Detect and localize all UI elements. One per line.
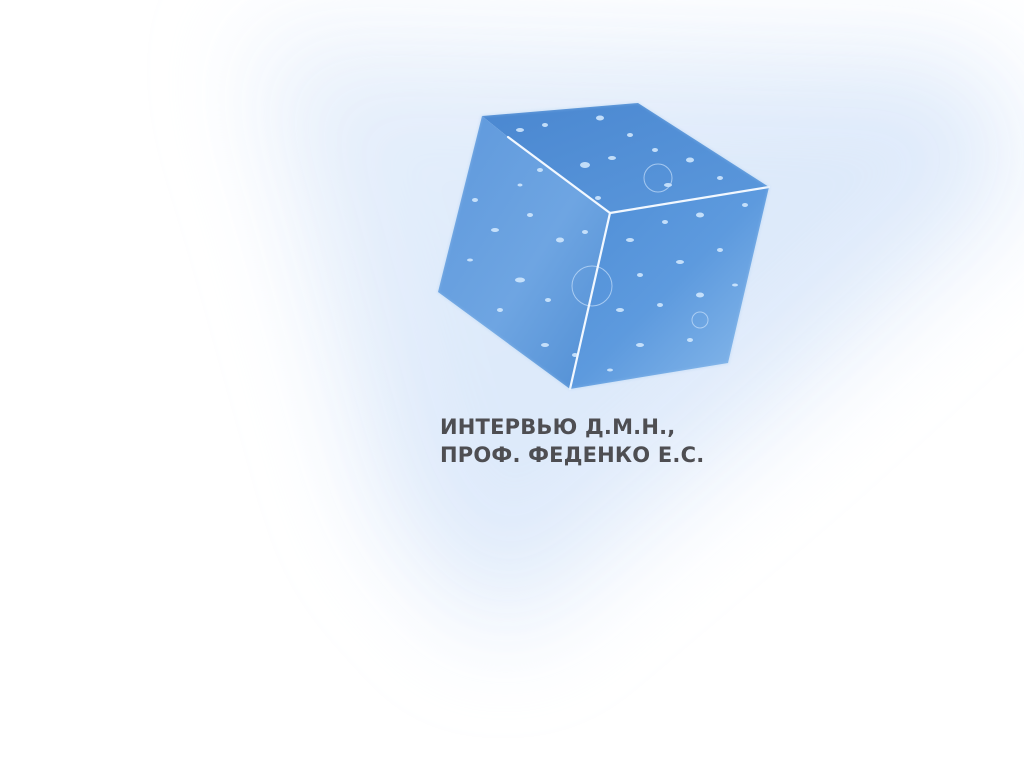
ice-cube-illustration (437, 102, 771, 391)
title-line-1: ИНТЕРВЬЮ Д.М.Н., (440, 415, 676, 439)
page: ИНТЕРВЬЮ Д.М.Н., ПРОФ. ФЕДЕНКО Е.С. (0, 0, 1024, 768)
interview-title: ИНТЕРВЬЮ Д.М.Н., ПРОФ. ФЕДЕНКО Е.С. (440, 413, 704, 469)
title-line-2: ПРОФ. ФЕДЕНКО Е.С. (440, 443, 705, 467)
